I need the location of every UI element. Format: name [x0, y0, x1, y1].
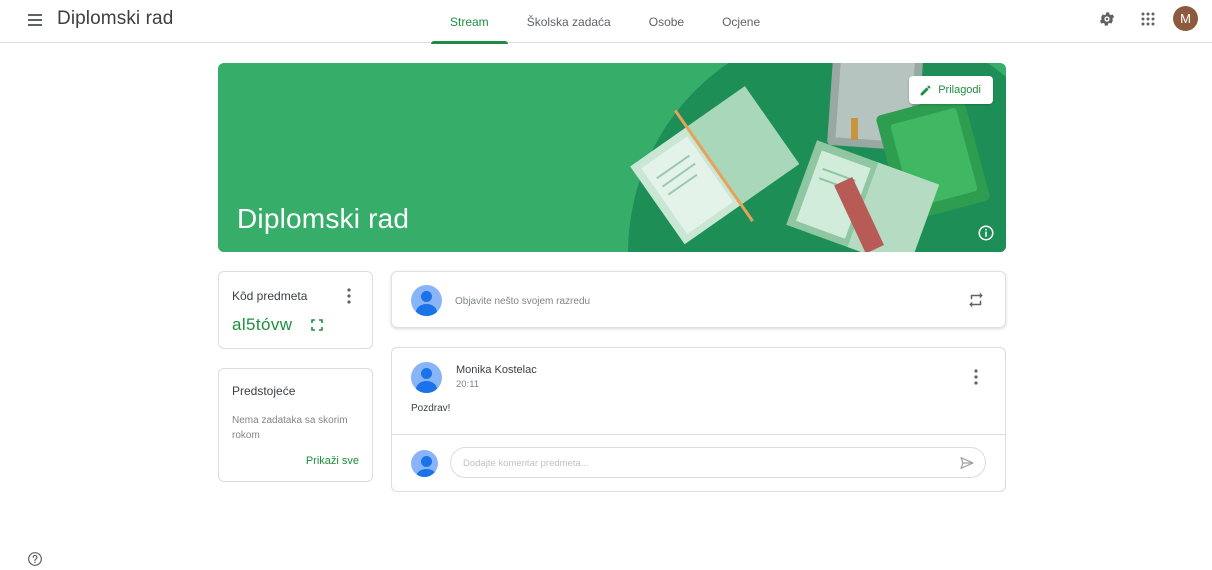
tab-classwork[interactable]: Školska zadaća [508, 0, 630, 43]
send-icon[interactable] [959, 455, 975, 471]
announce-box[interactable]: Objavite nešto svojem razredu [391, 271, 1006, 328]
upcoming-card: Predstojeće Nema zadataka sa skorim roko… [218, 368, 373, 482]
tab-people[interactable]: Osobe [630, 0, 703, 43]
view-all-link[interactable]: Prikaži sve [306, 455, 359, 467]
divider [392, 434, 1005, 435]
more-vert-icon[interactable] [969, 368, 983, 386]
class-tabs: Stream Školska zadaća Osobe Ocjene [431, 0, 779, 44]
apps-grid-icon[interactable] [1138, 9, 1158, 29]
upcoming-empty-text: Nema zadataka sa skorim rokom [232, 415, 348, 441]
announce-placeholder[interactable]: Objavite nešto svojem razredu [455, 296, 590, 307]
pencil-icon [920, 85, 931, 95]
upcoming-title: Predstojeće [232, 384, 296, 398]
account-avatar[interactable]: M [1173, 6, 1198, 31]
class-title[interactable]: Diplomski rad [57, 8, 173, 30]
tab-grades[interactable]: Ocjene [703, 0, 779, 43]
announcement-body: Pozdrav! [411, 403, 451, 414]
tab-stream[interactable]: Stream [431, 0, 508, 44]
customize-label: Prilagodi [938, 84, 981, 96]
class-code-card: Kôd predmeta al5tóvw [218, 271, 373, 349]
banner-class-title: Diplomski rad [237, 203, 410, 234]
more-vert-icon[interactable] [342, 287, 356, 305]
class-code-label: Kôd predmeta [232, 289, 308, 303]
fullscreen-icon[interactable] [311, 319, 323, 331]
author-avatar [411, 362, 442, 393]
repost-icon[interactable] [967, 291, 985, 309]
announcement-author: Monika Kostelac [456, 364, 537, 376]
comment-field[interactable] [450, 447, 986, 478]
announcement-card: Monika Kostelac 20:11 Pozdrav! [391, 347, 1006, 492]
customize-button[interactable]: Prilagodi [909, 76, 993, 104]
class-code-value: al5tóvw [232, 315, 293, 334]
user-avatar [411, 285, 442, 316]
top-app-bar: Diplomski rad Stream Školska zadaća Osob… [0, 0, 1212, 44]
comment-input[interactable] [463, 456, 943, 470]
gear-icon[interactable] [1097, 9, 1117, 29]
hamburger-menu-icon[interactable] [26, 10, 46, 30]
help-icon[interactable] [27, 551, 43, 567]
announcement-time: 20:11 [456, 379, 480, 390]
commenter-avatar [411, 450, 438, 477]
class-banner: Diplomski rad Prilagodi [218, 63, 1006, 252]
info-icon[interactable] [977, 224, 995, 242]
